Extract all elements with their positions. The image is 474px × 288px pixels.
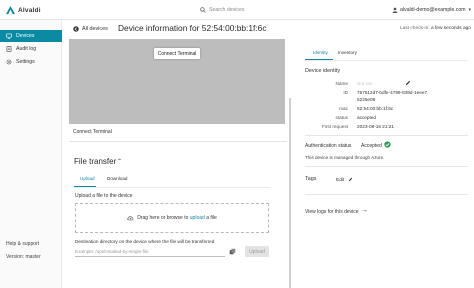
user-icon — [392, 7, 398, 13]
arrow-left-circle-icon — [73, 26, 79, 32]
version-label: Version: master — [6, 254, 41, 260]
tags-edit-label: Edit — [336, 177, 345, 183]
sidebar-item-settings[interactable]: Settings — [0, 56, 62, 68]
auth-status-label: Authentication status — [305, 143, 352, 149]
tab-divider — [74, 187, 270, 188]
tab-upload[interactable]: Upload — [80, 176, 95, 185]
divider — [305, 166, 468, 167]
divider — [305, 135, 468, 136]
chevron-up-icon[interactable]: ⌃ — [117, 158, 122, 165]
app-name: Alvaldi — [18, 6, 41, 14]
dropzone-suffix: a file — [206, 215, 217, 221]
upload-label: Upload a file to the device — [75, 193, 133, 199]
mac-key: mac — [339, 106, 348, 111]
id-value-line2: 6225e08 — [357, 97, 376, 102]
search-input[interactable]: Search devices — [209, 7, 244, 13]
devices-icon — [6, 33, 12, 39]
browse-upload-link[interactable]: upload — [190, 215, 205, 221]
first-request-key: First request — [321, 124, 348, 129]
scrollbar[interactable] — [289, 98, 291, 288]
arrow-right-icon[interactable]: → — [361, 207, 368, 214]
help-link[interactable]: Help & support — [6, 241, 39, 247]
last-checkin-label: Last check-in: — [400, 26, 430, 31]
search-icon — [200, 7, 206, 13]
pencil-icon — [348, 177, 352, 182]
dropzone-prefix: Drag here or browse to — [137, 215, 189, 221]
app-logo[interactable]: Alvaldi — [6, 4, 41, 16]
tags-label: Tags — [305, 176, 317, 182]
sidebar-item-label: Audit log — [16, 46, 37, 52]
tab-identity[interactable]: Identity — [313, 50, 328, 55]
check-circle-icon — [384, 141, 391, 148]
connect-terminal-button[interactable]: Connect Terminal — [154, 48, 200, 59]
upload-button[interactable]: Upload — [245, 246, 269, 257]
top-bar: Alvaldi Search devices alvaldi-demo@exam… — [0, 0, 474, 20]
copy-icon[interactable] — [229, 248, 236, 255]
destination-label: Destination directory on the device wher… — [75, 239, 215, 244]
audit-log-icon — [6, 46, 12, 52]
back-to-devices-link[interactable]: All devices — [73, 24, 108, 34]
id-key: ID — [343, 90, 348, 95]
first-request-value: 2023-08-16 21:21 — [357, 124, 395, 129]
file-dropzone[interactable]: Drag here or browse to upload a file — [75, 203, 269, 233]
alvaldi-logo-icon — [6, 5, 15, 14]
back-label: All devices — [82, 26, 108, 32]
id-value-line1: 767512d7-bdfe-4799-839d-1eee7 — [357, 90, 428, 95]
tags-edit-button[interactable]: Edit — [336, 177, 353, 183]
last-checkin-value: a few seconds ago — [430, 26, 471, 31]
divider — [69, 141, 287, 142]
sidebar-item-audit-log[interactable]: Audit log — [0, 43, 62, 55]
view-logs-link[interactable]: View logs for this device — [305, 209, 359, 215]
sidebar-item-label: Settings — [16, 59, 35, 65]
sidebar-item-devices[interactable]: Devices — [0, 30, 62, 42]
search-bar[interactable]: Search devices — [200, 5, 244, 15]
sidebar-item-label: Devices — [16, 33, 35, 39]
auth-status-value: Accepted — [361, 143, 382, 149]
gear-icon — [6, 59, 12, 65]
name-key: Name — [335, 81, 348, 86]
page-title: Device information for 52:54:00:bb:1f:6c — [118, 23, 267, 33]
user-menu[interactable]: alvaldi-demo@example.com ▾ — [392, 5, 471, 15]
azure-managed-note: This device is managed through Azure. — [305, 155, 385, 160]
device-identity-title: Device identity — [305, 68, 341, 74]
tab-inventory[interactable]: Inventory — [338, 50, 357, 55]
chevron-down-icon: ▾ — [468, 7, 472, 13]
edit-name-pencil-icon[interactable] — [405, 80, 411, 86]
tab-download[interactable]: Download — [107, 176, 127, 185]
sidebar: Devices Audit log Settings Help & suppor… — [0, 20, 62, 288]
mac-value: 52:54:00:bb:1f:6c — [357, 106, 394, 111]
file-transfer-title: File transfer — [74, 157, 117, 166]
last-checkin: Last check-in: a few seconds ago — [400, 26, 471, 31]
status-value: accepted — [357, 115, 377, 120]
name-value: Not set — [357, 81, 372, 86]
cloud-upload-icon — [127, 216, 134, 221]
status-key: status — [335, 115, 348, 120]
terminal-section-label: Connect Terminal — [73, 129, 112, 135]
destination-input[interactable]: Example: /opt/installed-by-single-file — [75, 247, 225, 257]
divider — [305, 194, 468, 195]
dropzone-text: Drag here or browse to upload a file — [137, 215, 217, 221]
tab-divider — [305, 60, 468, 61]
user-email: alvaldi-demo@example.com — [400, 7, 466, 13]
